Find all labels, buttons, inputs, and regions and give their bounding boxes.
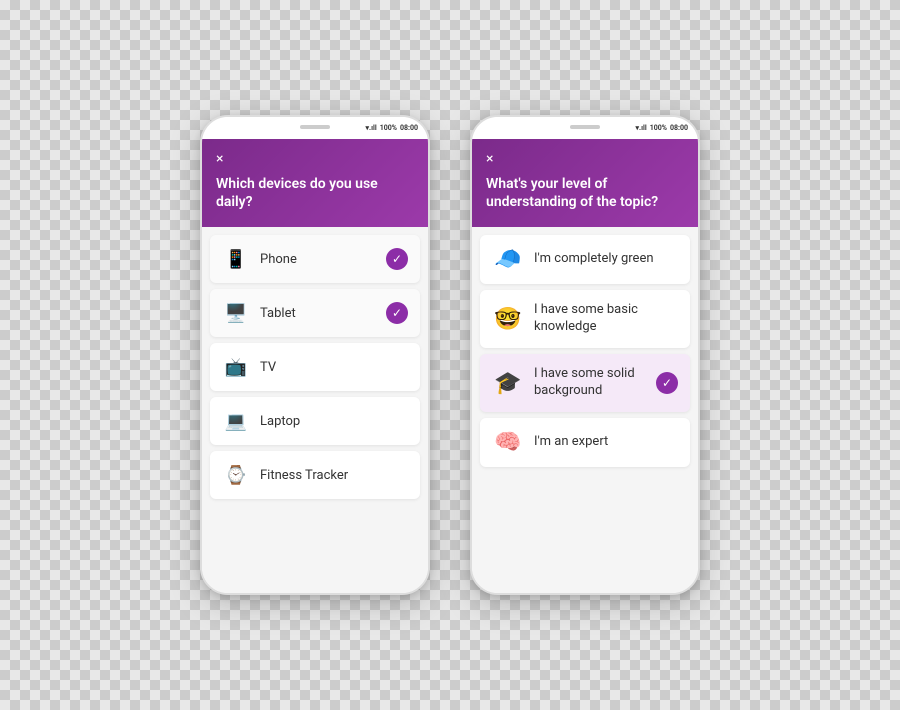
device-item-tablet[interactable]: 🖥️ Tablet ✓ xyxy=(210,289,420,337)
knowledge-item-basic[interactable]: 🤓 I have some basic knowledge xyxy=(480,290,690,348)
status-bar-1: ▾.ıll 100% 08:00 xyxy=(202,117,428,139)
solid-check: ✓ xyxy=(656,372,678,394)
tablet-label: Tablet xyxy=(260,306,376,321)
knowledge-item-solid[interactable]: 🎓 I have some solid background ✓ xyxy=(480,354,690,412)
knowledge-item-green[interactable]: 🧢 I'm completely green xyxy=(480,235,690,284)
laptop-icon: 💻 xyxy=(222,407,250,435)
status-bar-2: ▾.ıll 100% 08:00 xyxy=(472,117,698,139)
close-button-1[interactable]: × xyxy=(216,151,414,167)
signal-1: ▾.ıll xyxy=(366,124,377,132)
phone-2-title: What's your level of understanding of th… xyxy=(486,175,684,211)
speaker xyxy=(300,125,330,129)
device-list: 📱 Phone ✓ 🖥️ Tablet ✓ 📺 TV 💻 Laptop xyxy=(202,227,428,593)
speaker-2 xyxy=(570,125,600,129)
expert-emoji: 🧠 xyxy=(492,430,524,455)
phone-2-screen: × What's your level of understanding of … xyxy=(472,139,698,593)
fitness-icon: ⌚ xyxy=(222,461,250,489)
phone-check: ✓ xyxy=(386,248,408,270)
phone-icon: 📱 xyxy=(222,245,250,273)
tablet-icon: 🖥️ xyxy=(222,299,250,327)
laptop-label: Laptop xyxy=(260,414,408,429)
time-1: 08:00 xyxy=(400,124,418,132)
time-2: 08:00 xyxy=(670,124,688,132)
tv-icon: 📺 xyxy=(222,353,250,381)
solid-label: I have some solid background xyxy=(534,366,646,400)
device-item-fitness[interactable]: ⌚ Fitness Tracker xyxy=(210,451,420,499)
basic-label: I have some basic knowledge xyxy=(534,302,678,336)
battery-2: 100% xyxy=(650,124,667,132)
battery-1: 100% xyxy=(380,124,397,132)
phone-2-header: × What's your level of understanding of … xyxy=(472,139,698,227)
green-label: I'm completely green xyxy=(534,251,678,268)
tablet-check: ✓ xyxy=(386,302,408,324)
phone-label: Phone xyxy=(260,252,376,267)
phone-1-screen: × Which devices do you use daily? 📱 Phon… xyxy=(202,139,428,593)
knowledge-item-expert[interactable]: 🧠 I'm an expert xyxy=(480,418,690,467)
knowledge-list: 🧢 I'm completely green 🤓 I have some bas… xyxy=(472,227,698,593)
phone-2: ▾.ıll 100% 08:00 × What's your level of … xyxy=(470,115,700,595)
phones-container: ▾.ıll 100% 08:00 × Which devices do you … xyxy=(200,115,700,595)
device-item-tv[interactable]: 📺 TV xyxy=(210,343,420,391)
phone-1: ▾.ıll 100% 08:00 × Which devices do you … xyxy=(200,115,430,595)
close-button-2[interactable]: × xyxy=(486,151,684,167)
device-item-phone[interactable]: 📱 Phone ✓ xyxy=(210,235,420,283)
expert-label: I'm an expert xyxy=(534,434,678,451)
solid-emoji: 🎓 xyxy=(492,371,524,396)
phone-1-header: × Which devices do you use daily? xyxy=(202,139,428,227)
tv-label: TV xyxy=(260,360,408,375)
basic-emoji: 🤓 xyxy=(492,307,524,332)
device-item-laptop[interactable]: 💻 Laptop xyxy=(210,397,420,445)
green-emoji: 🧢 xyxy=(492,247,524,272)
phone-1-title: Which devices do you use daily? xyxy=(216,175,414,211)
fitness-label: Fitness Tracker xyxy=(260,468,408,483)
signal-2: ▾.ıll xyxy=(636,124,647,132)
